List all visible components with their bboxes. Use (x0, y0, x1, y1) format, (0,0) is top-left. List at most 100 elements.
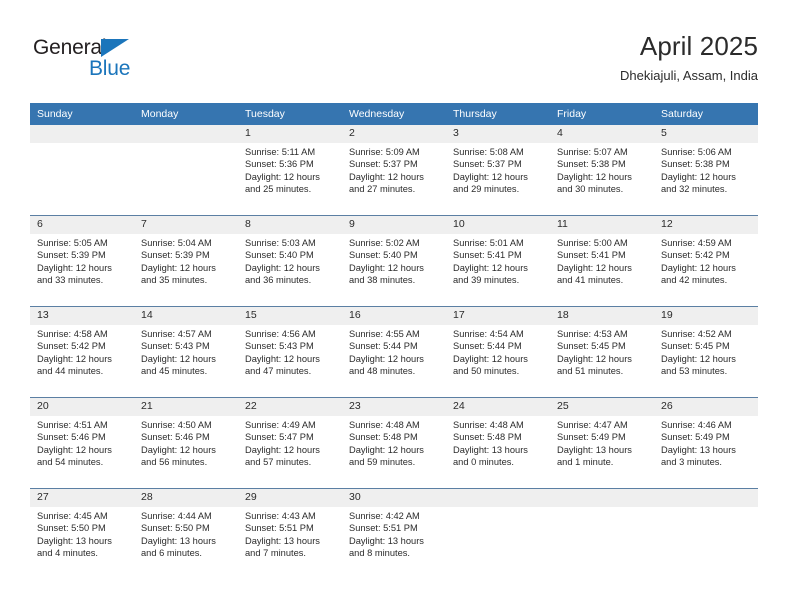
sunrise-text: Sunrise: 5:02 AM (349, 238, 420, 248)
daylight-text-line1: Daylight: 12 hours (349, 353, 424, 364)
day-number: 7 (134, 216, 238, 234)
sunrise-text: Sunrise: 4:51 AM (37, 420, 108, 430)
calendar-day-cell[interactable]: 30 Sunrise: 4:42 AM Sunset: 5:51 PM Dayligh… (342, 488, 446, 579)
sunset-text: Sunset: 5:43 PM (141, 341, 210, 352)
calendar-day-cell[interactable]: 26 Sunrise: 4:46 AM Sunset: 5:49 PM Dayligh… (654, 397, 758, 489)
sunrise-text: Sunrise: 4:48 AM (349, 420, 420, 430)
day-cell-details: Sunrise: 4:48 AM Sunset: 5:48 PM Daylight:… (342, 416, 446, 468)
calendar-day-cell[interactable]: 15 Sunrise: 4:56 AM Sunset: 5:43 PM Dayligh… (238, 306, 342, 398)
weekday-header-thursday: Thursday (446, 103, 550, 125)
sunset-text: Sunset: 5:40 PM (245, 250, 314, 261)
sunset-text: Sunset: 5:44 PM (349, 341, 418, 352)
sunset-text: Sunset: 5:46 PM (141, 432, 210, 443)
calendar-day-cell[interactable]: 23 Sunrise: 4:48 AM Sunset: 5:48 PM Dayligh… (342, 397, 446, 489)
sunrise-text: Sunrise: 4:52 AM (661, 329, 732, 339)
day-cell-inner: 11 Sunrise: 5:00 AM Sunset: 5:41 PM Dayligh… (550, 216, 654, 306)
calendar-day-cell[interactable]: 2 Sunrise: 5:09 AM Sunset: 5:37 PM Daylight… (342, 125, 446, 216)
sunrise-text: Sunrise: 5:05 AM (37, 238, 108, 248)
day-cell-inner: 29 Sunrise: 4:43 AM Sunset: 5:51 PM Dayligh… (238, 489, 342, 579)
sunset-text: Sunset: 5:50 PM (37, 523, 106, 534)
daylight-text-line2: and 3 minutes. (661, 456, 722, 467)
calendar-day-cell[interactable]: 20 Sunrise: 4:51 AM Sunset: 5:46 PM Dayligh… (30, 397, 134, 489)
sunset-text: Sunset: 5:45 PM (557, 341, 626, 352)
sunset-text: Sunset: 5:47 PM (245, 432, 314, 443)
calendar-day-cell[interactable]: 16 Sunrise: 4:55 AM Sunset: 5:44 PM Dayligh… (342, 306, 446, 398)
sunset-text: Sunset: 5:39 PM (37, 250, 106, 261)
day-number (134, 125, 238, 143)
sunrise-text: Sunrise: 5:06 AM (661, 147, 732, 157)
calendar-day-cell[interactable]: 1 Sunrise: 5:11 AM Sunset: 5:36 PM Daylight… (238, 125, 342, 216)
day-number (446, 489, 550, 507)
day-number: 4 (550, 125, 654, 143)
sunrise-text: Sunrise: 4:50 AM (141, 420, 212, 430)
general-blue-logo[interactable]: General Blue (33, 36, 148, 82)
calendar-day-cell[interactable]: 4 Sunrise: 5:07 AM Sunset: 5:38 PM Daylight… (550, 125, 654, 216)
calendar-day-cell-empty (550, 488, 654, 579)
sunrise-text: Sunrise: 4:57 AM (141, 329, 212, 339)
daylight-text-line2: and 7 minutes. (245, 547, 306, 558)
calendar-day-cell[interactable]: 5 Sunrise: 5:06 AM Sunset: 5:38 PM Daylight… (654, 125, 758, 216)
calendar-day-cell[interactable]: 22 Sunrise: 4:49 AM Sunset: 5:47 PM Dayligh… (238, 397, 342, 489)
calendar-day-cell[interactable]: 14 Sunrise: 4:57 AM Sunset: 5:43 PM Dayligh… (134, 306, 238, 398)
calendar-day-cell[interactable]: 11 Sunrise: 5:00 AM Sunset: 5:41 PM Dayligh… (550, 215, 654, 307)
calendar-day-cell[interactable]: 27 Sunrise: 4:45 AM Sunset: 5:50 PM Dayligh… (30, 488, 134, 579)
page-header: General Blue April 2025 Dhekiajuli, Assa… (0, 0, 792, 103)
sunset-text: Sunset: 5:43 PM (245, 341, 314, 352)
daylight-text-line1: Daylight: 12 hours (37, 353, 112, 364)
daylight-text-line1: Daylight: 12 hours (453, 353, 528, 364)
calendar-day-cell[interactable]: 12 Sunrise: 4:59 AM Sunset: 5:42 PM Dayligh… (654, 215, 758, 307)
day-cell-details: Sunrise: 4:45 AM Sunset: 5:50 PM Daylight:… (30, 507, 134, 559)
daylight-text-line1: Daylight: 12 hours (453, 171, 528, 182)
day-cell-inner (654, 489, 758, 579)
daylight-text-line2: and 33 minutes. (37, 274, 104, 285)
calendar-day-cell[interactable]: 19 Sunrise: 4:52 AM Sunset: 5:45 PM Dayligh… (654, 306, 758, 398)
calendar-day-cell[interactable]: 29 Sunrise: 4:43 AM Sunset: 5:51 PM Dayligh… (238, 488, 342, 579)
location-subtitle: Dhekiajuli, Assam, India (619, 68, 758, 83)
calendar-day-cell[interactable]: 13 Sunrise: 4:58 AM Sunset: 5:42 PM Dayligh… (30, 306, 134, 398)
calendar-day-cell[interactable]: 25 Sunrise: 4:47 AM Sunset: 5:49 PM Dayligh… (550, 397, 654, 489)
daylight-text-line1: Daylight: 12 hours (349, 171, 424, 182)
calendar-week-row: 27 Sunrise: 4:45 AM Sunset: 5:50 PM Dayligh… (30, 488, 758, 579)
sunset-text: Sunset: 5:51 PM (349, 523, 418, 534)
day-cell-details: Sunrise: 5:09 AM Sunset: 5:37 PM Daylight:… (342, 143, 446, 195)
title-block: April 2025 Dhekiajuli, Assam, India (620, 30, 758, 85)
weekday-header-tuesday: Tuesday (238, 103, 342, 125)
logo-word-blue: Blue (89, 57, 131, 80)
day-number (30, 125, 134, 143)
day-cell-inner: 5 Sunrise: 5:06 AM Sunset: 5:38 PM Daylight… (654, 125, 758, 215)
calendar-day-cell[interactable]: 6 Sunrise: 5:05 AM Sunset: 5:39 PM Daylight… (30, 215, 134, 307)
calendar-day-cell[interactable]: 21 Sunrise: 4:50 AM Sunset: 5:46 PM Dayligh… (134, 397, 238, 489)
sunrise-text: Sunrise: 4:48 AM (453, 420, 524, 430)
calendar-day-cell-empty (654, 488, 758, 579)
day-number: 20 (30, 398, 134, 416)
calendar-day-cell[interactable]: 28 Sunrise: 4:44 AM Sunset: 5:50 PM Dayligh… (134, 488, 238, 579)
calendar-header-row: Sunday Monday Tuesday Wednesday Thursday Frid… (30, 103, 758, 125)
day-cell-details: Sunrise: 4:59 AM Sunset: 5:42 PM Daylight:… (654, 234, 758, 286)
calendar-day-cell[interactable]: 3 Sunrise: 5:08 AM Sunset: 5:37 PM Daylight… (446, 125, 550, 216)
daylight-text-line1: Daylight: 12 hours (661, 353, 736, 364)
daylight-text-line1: Daylight: 13 hours (453, 444, 528, 455)
calendar-day-cell[interactable]: 17 Sunrise: 4:54 AM Sunset: 5:44 PM Dayligh… (446, 306, 550, 398)
daylight-text-line2: and 41 minutes. (557, 274, 624, 285)
calendar-day-cell[interactable]: 18 Sunrise: 4:53 AM Sunset: 5:45 PM Dayligh… (550, 306, 654, 398)
day-cell-inner: 20 Sunrise: 4:51 AM Sunset: 5:46 PM Dayligh… (30, 398, 134, 488)
calendar-day-cell[interactable]: 8 Sunrise: 5:03 AM Sunset: 5:40 PM Daylight… (238, 215, 342, 307)
daylight-text-line2: and 45 minutes. (141, 365, 208, 376)
day-cell-inner: 23 Sunrise: 4:48 AM Sunset: 5:48 PM Dayligh… (342, 398, 446, 488)
calendar-day-cell[interactable]: 7 Sunrise: 5:04 AM Sunset: 5:39 PM Daylight… (134, 215, 238, 307)
daylight-text-line1: Daylight: 12 hours (349, 444, 424, 455)
daylight-text-line1: Daylight: 13 hours (557, 444, 632, 455)
daylight-text-line1: Daylight: 13 hours (661, 444, 736, 455)
day-cell-details: Sunrise: 4:50 AM Sunset: 5:46 PM Daylight:… (134, 416, 238, 468)
day-cell-inner: 15 Sunrise: 4:56 AM Sunset: 5:43 PM Dayligh… (238, 307, 342, 397)
calendar-day-cell[interactable]: 10 Sunrise: 5:01 AM Sunset: 5:41 PM Dayligh… (446, 215, 550, 307)
sunrise-text: Sunrise: 4:42 AM (349, 511, 420, 521)
daylight-text-line1: Daylight: 12 hours (37, 262, 112, 273)
day-number (550, 489, 654, 507)
calendar-day-cell[interactable]: 9 Sunrise: 5:02 AM Sunset: 5:40 PM Daylight… (342, 215, 446, 307)
day-cell-inner: 2 Sunrise: 5:09 AM Sunset: 5:37 PM Daylight… (342, 125, 446, 215)
daylight-text-line1: Daylight: 12 hours (349, 262, 424, 273)
daylight-text-line2: and 8 minutes. (349, 547, 410, 558)
day-number: 29 (238, 489, 342, 507)
calendar-day-cell[interactable]: 24 Sunrise: 4:48 AM Sunset: 5:48 PM Dayligh… (446, 397, 550, 489)
